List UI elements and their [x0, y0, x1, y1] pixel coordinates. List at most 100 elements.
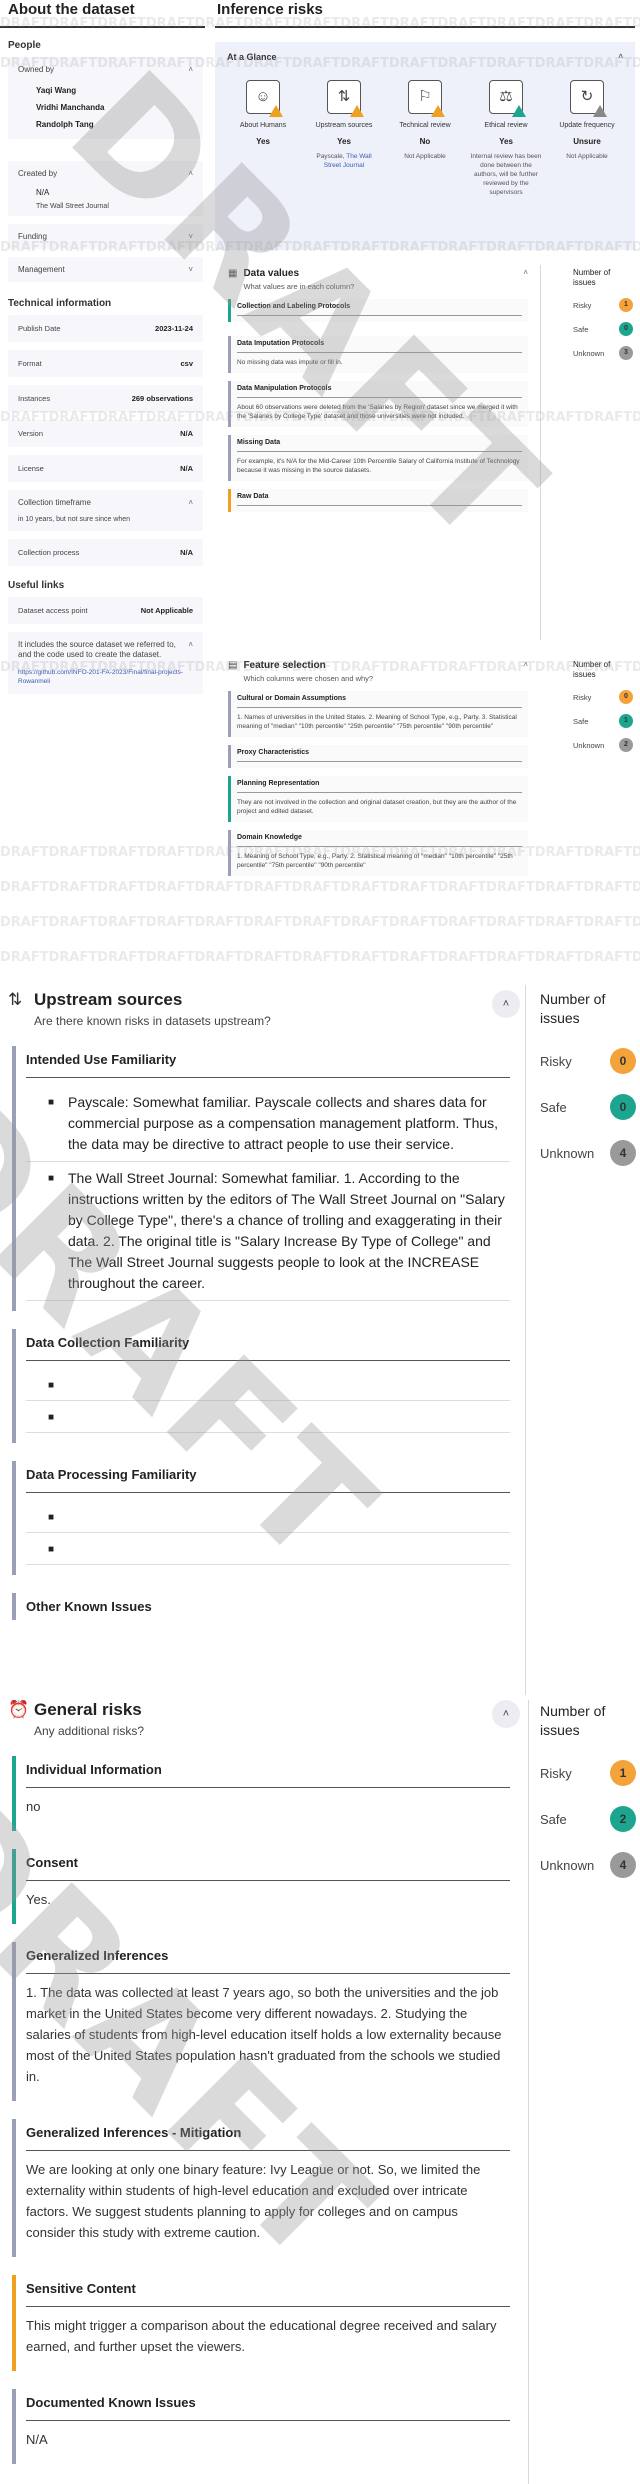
risky-count: 0 — [619, 690, 633, 704]
chevron-up-icon[interactable]: ˄ — [523, 660, 528, 669]
owner-name: Randolph Tang — [36, 120, 94, 129]
unknown-count: 4 — [610, 1852, 636, 1878]
dv-block-body: For example, it's N/A for the Mid-Career… — [237, 458, 520, 474]
gr-block-body: Yes. — [26, 1880, 510, 1914]
chevron-up-icon[interactable]: ˄ — [188, 640, 193, 649]
gr-block-title: Individual Information — [26, 1762, 162, 1777]
data-collection-familiarity-block: Data Collection Familiarity ■ ■ — [12, 1329, 520, 1443]
owned-by-card[interactable]: Owned by ˄ Yaqi Wang Vridhi Manchanda Ran… — [8, 57, 203, 139]
general-risks-section: ⏰ General risks Any additional risks? ˄ I… — [0, 1700, 520, 2464]
safe-label: Safe — [540, 1099, 567, 1115]
fs-block-title: Proxy Characteristics — [237, 749, 522, 762]
data-processing-familiarity-block: Data Processing Familiarity ■ ■ — [12, 1461, 520, 1575]
gr-block-title: Generalized Inferences — [26, 1948, 169, 1963]
links-card[interactable]: It includes the source dataset we referr… — [8, 632, 203, 694]
glance-value: Yes — [337, 137, 351, 146]
tech-value: N/A — [180, 464, 193, 473]
upstream-sources-section: ⇅ Upstream sources Are there known risks … — [0, 990, 520, 1620]
at-a-glance-panel: At a Glance ˄ ☺ About Humans Yes ⇅ Upstre… — [215, 42, 635, 250]
safe-count: 2 — [610, 1806, 636, 1832]
tech-row: License N/A — [8, 455, 203, 482]
risky-count: 1 — [610, 1760, 636, 1786]
unknown-label: Unknown — [540, 1145, 595, 1161]
glance-about-humans: ☺ About Humans Yes — [227, 80, 299, 197]
risky-label: Risky — [540, 1053, 572, 1069]
owned-by-label: Owned by — [18, 65, 55, 74]
collapse-button[interactable]: ˄ — [492, 990, 520, 1018]
gr-block-title: Documented Known Issues — [26, 2395, 196, 2410]
chevron-up-icon[interactable]: ˄ — [188, 498, 193, 507]
gr-block-body: N/A — [26, 2420, 510, 2454]
data-processing-title: Data Processing Familiarity — [26, 1467, 197, 1482]
glance-note-text: Payscale, — [316, 153, 347, 160]
bullet-text: Payscale: Somewhat familiar. Payscale co… — [68, 1094, 499, 1152]
glance-technical-review: ⚐ Technical review No Not Applicable — [389, 80, 461, 197]
data-values-panel: ▦ Data values What values are in each col… — [228, 268, 528, 512]
inference-risks-title: Inference risks — [215, 0, 635, 28]
glance-ethical-review: ⚖ Ethical review Yes Internal review has… — [470, 80, 542, 197]
chevron-down-icon[interactable]: ˅ — [188, 232, 193, 241]
collapse-button[interactable]: ˄ — [492, 1700, 520, 1728]
glance-upstream-sources: ⇅ Upstream sources Yes Payscale, The Wal… — [308, 80, 380, 197]
tech-row: Format csv — [8, 350, 203, 377]
list-item: ■ — [26, 1533, 510, 1565]
glance-note: Not Applicable — [566, 153, 608, 160]
list-item: ■ — [26, 1369, 510, 1401]
chevron-down-icon[interactable]: ˅ — [188, 265, 193, 274]
created-by-card[interactable]: Created by ˄ N/A The Wall Street Journal — [8, 161, 203, 216]
list-item: ■ Payscale: Somewhat familiar. Payscale c… — [26, 1086, 510, 1162]
collection-timeframe-card[interactable]: Collection timeframe ˄ in 10 years, but n… — [8, 490, 203, 531]
tech-value: 269 observations — [131, 394, 193, 403]
data-collection-title: Data Collection Familiarity — [26, 1335, 190, 1350]
chevron-up-icon[interactable]: ˄ — [618, 52, 623, 62]
dv-block-title: Data Imputation Protocols — [237, 340, 522, 353]
collection-timeframe-value: in 10 years, but not sure since when — [18, 516, 131, 523]
access-point-value: Not Applicable — [140, 606, 193, 615]
upstream-icon: ⇅ — [8, 990, 23, 1009]
data-values-issues: Number of issues Risky 1 Safe 0 Unknown 3 — [573, 268, 633, 360]
refresh-icon: ↻ — [570, 80, 607, 117]
general-risks-subtitle: Any additional risks? — [34, 1724, 145, 1738]
upstream-subtitle: Are there known risks in datasets upstre… — [34, 1014, 271, 1028]
about-dataset-column: About the dataset People Owned by ˄ Yaqi … — [0, 0, 205, 702]
useful-links-heading: Useful links — [8, 580, 65, 591]
funding-card[interactable]: Funding ˅ — [8, 224, 203, 249]
tech-value: csv — [180, 359, 193, 368]
chevron-up-icon[interactable]: ˄ — [523, 268, 528, 277]
gr-block-body: This might trigger a comparison about th… — [26, 2306, 510, 2361]
safe-count: 1 — [619, 714, 633, 728]
at-a-glance-title: At a Glance — [227, 52, 277, 62]
tech-row: Version N/A — [8, 420, 203, 447]
chevron-up-icon[interactable]: ˄ — [188, 169, 193, 178]
unknown-count: 3 — [619, 346, 633, 360]
risky-label: Risky — [573, 300, 592, 310]
tech-key: Publish Date — [18, 324, 61, 333]
top-section: About the dataset People Owned by ˄ Yaqi … — [0, 0, 640, 985]
dv-block-title: Missing Data — [237, 439, 522, 452]
dv-block: Data Imputation Protocols No missing data… — [228, 336, 528, 373]
collection-process-value: N/A — [180, 548, 193, 557]
gr-block-title: Generalized Inferences - Mitigation — [26, 2125, 242, 2140]
links-url[interactable]: https://github.com/INFO-201-FA-2023/Fina… — [8, 668, 203, 694]
issues-heading: Number of issues — [573, 660, 611, 679]
glance-value: Unsure — [573, 137, 601, 146]
fs-block-title: Domain Knowledge — [237, 834, 522, 847]
chevron-up-icon[interactable]: ˄ — [188, 65, 193, 74]
general-risks-title: General risks — [34, 1700, 142, 1719]
dv-block-body: No missing data was impute or fill in. — [237, 359, 343, 366]
fs-block-body: 1. Meaning of School Type, e.g., Party. … — [237, 853, 513, 869]
funding-label: Funding — [18, 232, 47, 241]
management-card[interactable]: Management ˅ — [8, 257, 203, 282]
gr-block-body: 1. The data was collected at least 7 yea… — [26, 1973, 510, 2091]
fs-block: Domain Knowledge 1. Meaning of School Typ… — [228, 830, 528, 876]
list-icon: ▤ — [228, 660, 238, 671]
glance-update-frequency: ↻ Update frequency Unsure Not Applicable — [551, 80, 623, 197]
divider — [528, 1700, 529, 2484]
gr-block-title: Sensitive Content — [26, 2281, 136, 2296]
issues-heading: Number of issues — [540, 991, 606, 1026]
divider — [540, 265, 541, 640]
divider — [525, 985, 526, 1695]
feature-selection-subtitle: Which columns were chosen and why? — [243, 674, 374, 683]
owner-name: Yaqi Wang — [36, 86, 77, 95]
unknown-label: Unknown — [573, 740, 605, 750]
